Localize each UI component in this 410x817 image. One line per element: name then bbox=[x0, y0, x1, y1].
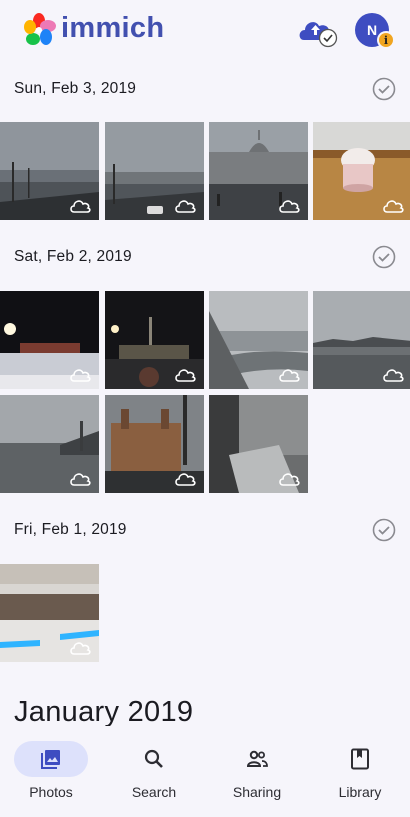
cloud-icon bbox=[279, 200, 300, 213]
cloud-icon bbox=[279, 369, 300, 382]
date-group-header: Sun, Feb 3, 2019 bbox=[0, 70, 410, 110]
photo-thumbnail[interactable] bbox=[0, 291, 99, 389]
cloud-icon bbox=[70, 473, 91, 486]
backup-complete-check-icon bbox=[318, 28, 338, 48]
photo-thumbnail[interactable] bbox=[209, 122, 308, 220]
nav-item-search[interactable]: Search bbox=[103, 726, 205, 817]
photos-icon bbox=[41, 750, 60, 769]
search-icon bbox=[144, 749, 163, 768]
month-title: January 2019 bbox=[14, 696, 194, 728]
date-group-title: Fri, Feb 1, 2019 bbox=[14, 521, 127, 538]
sharing-icon bbox=[246, 750, 268, 767]
top-app-bar: immich N i bbox=[0, 0, 410, 66]
date-group-header: Fri, Feb 1, 2019 bbox=[0, 511, 410, 551]
nav-label-search: Search bbox=[131, 784, 177, 800]
photo-thumbnail[interactable] bbox=[105, 291, 204, 389]
cloud-icon bbox=[383, 369, 404, 382]
photo-thumbnail[interactable] bbox=[313, 291, 410, 389]
cloud-icon bbox=[175, 473, 196, 486]
backup-status-button[interactable] bbox=[296, 14, 340, 50]
immich-app: immich N i Sun, Feb 3, 2019 Sat, Feb 2, … bbox=[0, 0, 410, 817]
select-all-check-icon[interactable] bbox=[372, 77, 396, 101]
select-all-check-icon[interactable] bbox=[372, 245, 396, 269]
nav-label-library: Library bbox=[338, 784, 382, 800]
nav-label-sharing: Sharing bbox=[232, 784, 282, 800]
nav-label-photos: Photos bbox=[29, 784, 73, 800]
photo-thumbnail[interactable] bbox=[0, 122, 99, 220]
cloud-icon bbox=[175, 369, 196, 382]
nav-item-sharing[interactable]: Sharing bbox=[206, 726, 308, 817]
server-info-badge[interactable]: i bbox=[377, 31, 395, 49]
brand-name: immich bbox=[61, 12, 165, 44]
bottom-navigation-bar: Photos Search Sharing Library bbox=[0, 726, 410, 817]
select-all-check-icon[interactable] bbox=[372, 518, 396, 542]
library-icon bbox=[351, 748, 369, 770]
nav-item-photos[interactable]: Photos bbox=[0, 726, 102, 817]
photo-thumbnail[interactable] bbox=[0, 395, 99, 493]
photo-thumbnail[interactable] bbox=[105, 395, 204, 493]
nav-item-library[interactable]: Library bbox=[309, 726, 410, 817]
photo-thumbnail[interactable] bbox=[313, 122, 410, 220]
cloud-icon bbox=[279, 473, 300, 486]
cloud-icon bbox=[175, 200, 196, 213]
photo-thumbnail[interactable] bbox=[0, 564, 99, 662]
photo-thumbnail[interactable] bbox=[209, 291, 308, 389]
date-group-title: Sun, Feb 3, 2019 bbox=[14, 80, 137, 97]
cloud-icon bbox=[70, 200, 91, 213]
date-group-header: Sat, Feb 2, 2019 bbox=[0, 238, 410, 278]
date-group-title: Sat, Feb 2, 2019 bbox=[14, 248, 132, 265]
cloud-icon bbox=[70, 642, 91, 655]
photo-thumbnail[interactable] bbox=[105, 122, 204, 220]
cloud-icon bbox=[70, 369, 91, 382]
photo-thumbnail[interactable] bbox=[209, 395, 308, 493]
cloud-icon bbox=[383, 200, 404, 213]
immich-logo-icon bbox=[24, 13, 56, 45]
